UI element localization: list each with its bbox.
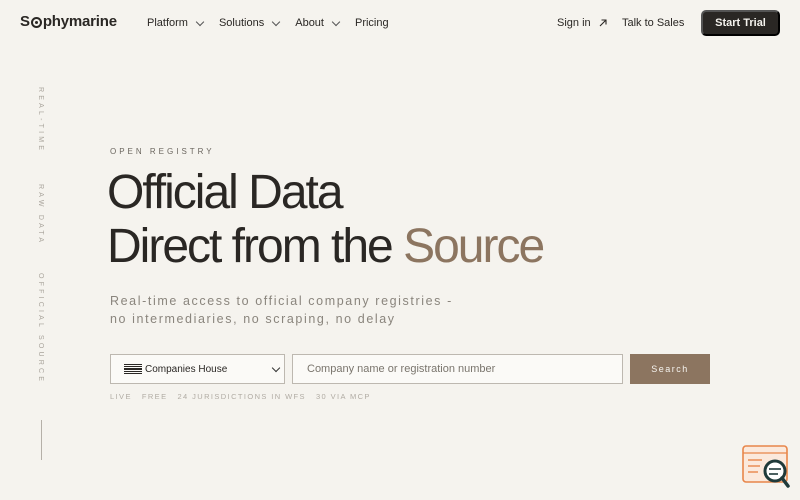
meta-item-mcp: 30 VIA MCP [315, 392, 371, 401]
search-button[interactable]: Search [630, 354, 710, 384]
arrow-up-right-icon [599, 19, 607, 27]
uk-registry-flag-icon [124, 363, 142, 375]
nav-item-label: Pricing [354, 17, 389, 29]
nav-item-about[interactable]: About [295, 17, 341, 29]
rail-divider [41, 420, 42, 460]
headline-line-1: Official Data [107, 166, 344, 219]
search-assistant-widget-icon[interactable] [742, 445, 790, 489]
sign-in-link[interactable]: Sign in [557, 17, 608, 29]
search-meta: LIVE FREE 24 JURISDICTIONS IN WFS 30 VIA… [110, 392, 371, 401]
subtitle-line-2: no intermediaries, no scraping, no delay [110, 312, 396, 326]
hero-headline: Official Data Direct from the Source [107, 166, 545, 274]
chevron-down-icon [331, 17, 341, 26]
talk-to-sales-link[interactable]: Talk to Sales [622, 17, 684, 29]
chevron-down-icon [271, 363, 281, 373]
nav-item-pricing[interactable]: Pricing [355, 17, 389, 29]
nav-item-label: Solutions [218, 17, 265, 29]
headline-accent-word: Source [403, 220, 545, 273]
start-trial-button[interactable]: Start Trial [701, 10, 780, 36]
rail-label-official-source: OFFICIAL SOURCE [37, 273, 44, 385]
nav-item-solutions[interactable]: Solutions [218, 17, 281, 29]
sign-in-label: Sign in [557, 17, 591, 29]
meta-item-live: LIVE [110, 392, 132, 401]
subtitle-line-1: Real-time access to official company reg… [110, 294, 453, 308]
nav-item-platform[interactable]: Platform [147, 17, 205, 29]
meta-item-jurisdictions: 24 JURISDICTIONS IN WFS [177, 392, 306, 401]
registry-select[interactable]: Companies House [110, 354, 285, 384]
rail-label-raw-data: RAW DATA [37, 184, 44, 246]
registry-selected-label: Companies House [145, 363, 228, 375]
nav-item-label: Platform [147, 17, 188, 29]
hero-eyebrow: OPEN REGISTRY [110, 147, 215, 156]
brand-name-suffix: phymarine [42, 13, 117, 30]
nav-item-label: About [295, 17, 324, 29]
meta-item-free: FREE [141, 392, 168, 401]
rail-label-realtime: REAL-TIME [37, 87, 44, 154]
headline-line-2-prefix: Direct from the [107, 220, 404, 273]
brand-name-prefix: S [20, 13, 30, 30]
chevron-down-icon [271, 17, 281, 26]
top-nav: Sphymarine Platform Solutions About Pric… [0, 0, 800, 46]
hero-subtitle: Real-time access to official company reg… [110, 292, 510, 328]
main-menu: Platform Solutions About Pricing [147, 17, 405, 29]
brand-logo[interactable]: Sphymarine [20, 13, 117, 30]
chevron-down-icon [195, 17, 205, 26]
company-search-input[interactable] [292, 354, 623, 384]
logo-o-mark-icon [30, 17, 42, 28]
